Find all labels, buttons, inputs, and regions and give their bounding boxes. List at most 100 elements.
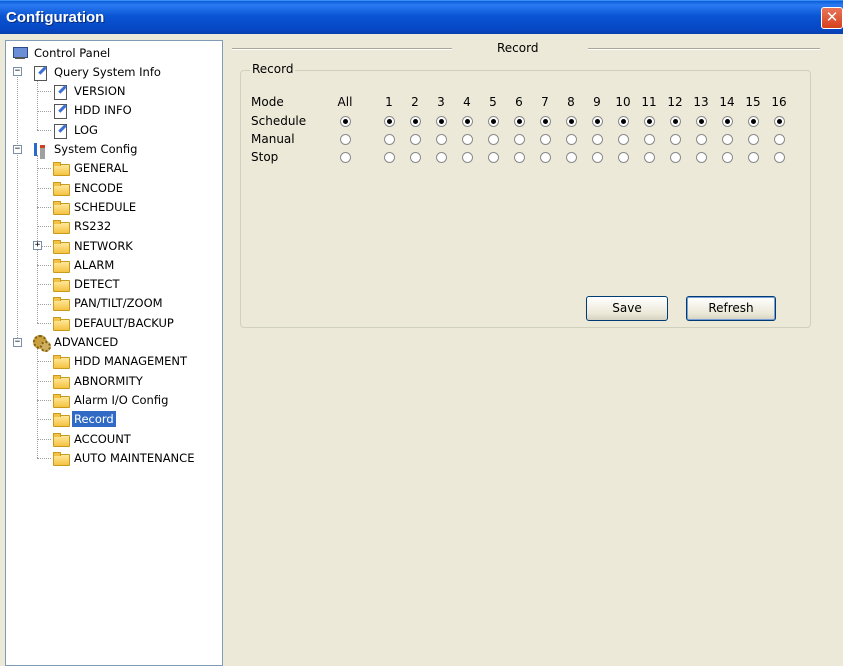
- tree-item-label: Alarm I/O Config: [74, 392, 169, 407]
- radio-manual-11[interactable]: [644, 134, 655, 145]
- radio-schedule-13[interactable]: [696, 116, 707, 127]
- radio-stop-10[interactable]: [618, 152, 629, 163]
- tree-connector: [37, 438, 51, 440]
- radio-stop-2[interactable]: [410, 152, 421, 163]
- tree-item-encode[interactable]: ENCODE: [52, 178, 125, 197]
- tree-item-advanced[interactable]: ADVANCED: [32, 333, 120, 352]
- tree-item-label: LOG: [74, 122, 98, 137]
- radio-stop-3[interactable]: [436, 152, 447, 163]
- tree-item-alarm[interactable]: ALARM: [52, 255, 116, 274]
- radio-schedule-12[interactable]: [670, 116, 681, 127]
- radio-manual-15[interactable]: [748, 134, 759, 145]
- radio-schedule-10[interactable]: [618, 116, 629, 127]
- tree-item-hdd-info[interactable]: HDD INFO: [52, 101, 134, 120]
- mode-label: Mode: [251, 95, 284, 109]
- tree-item-abnormity[interactable]: ABNORMITY: [52, 371, 145, 390]
- radio-manual-3[interactable]: [436, 134, 447, 145]
- radio-schedule-1[interactable]: [384, 116, 395, 127]
- radio-schedule-8[interactable]: [566, 116, 577, 127]
- tree-item-detect[interactable]: DETECT: [52, 275, 121, 294]
- radio-manual-9[interactable]: [592, 134, 603, 145]
- tree-item-record[interactable]: Record: [52, 410, 116, 429]
- radio-manual-2[interactable]: [410, 134, 421, 145]
- radio-stop-4[interactable]: [462, 152, 473, 163]
- radio-stop-7[interactable]: [540, 152, 551, 163]
- tree-item-system-config[interactable]: System Config: [32, 140, 139, 159]
- radio-stop-13[interactable]: [696, 152, 707, 163]
- radio-schedule-3[interactable]: [436, 116, 447, 127]
- radio-schedule-14[interactable]: [722, 116, 733, 127]
- radio-schedule-2[interactable]: [410, 116, 421, 127]
- record-legend: Record: [250, 62, 296, 76]
- tree-connector: [37, 77, 38, 130]
- tree-item-log[interactable]: LOG: [52, 120, 100, 139]
- tree-item-general[interactable]: GENERAL: [52, 159, 130, 178]
- column-header-channel-14: 14: [719, 95, 735, 109]
- radio-manual-13[interactable]: [696, 134, 707, 145]
- column-header-channel-7: 7: [541, 95, 549, 109]
- radio-stop-9[interactable]: [592, 152, 603, 163]
- radio-schedule-5[interactable]: [488, 116, 499, 127]
- radio-stop-6[interactable]: [514, 152, 525, 163]
- tree-item-auto-maintenance[interactable]: AUTO MAINTENANCE: [52, 448, 196, 467]
- radio-schedule-15[interactable]: [748, 116, 759, 127]
- tree-item-label: DEFAULT/BACKUP: [74, 315, 174, 330]
- radio-manual-14[interactable]: [722, 134, 733, 145]
- tree-item-control-panel[interactable]: Control Panel: [12, 43, 112, 62]
- radio-schedule-6[interactable]: [514, 116, 525, 127]
- tree-item-label: ENCODE: [74, 180, 124, 195]
- tree-expander-minus-icon[interactable]: −: [13, 144, 22, 154]
- doc-icon: [52, 84, 68, 101]
- folder-icon: [52, 296, 70, 312]
- radio-schedule-4[interactable]: [462, 116, 473, 127]
- close-button[interactable]: ✕: [821, 7, 843, 29]
- tree-item-rs232[interactable]: RS232: [52, 217, 113, 236]
- radio-manual-12[interactable]: [670, 134, 681, 145]
- tree-item-network[interactable]: NETWORK: [52, 236, 135, 255]
- radio-manual-7[interactable]: [540, 134, 551, 145]
- window-title: Configuration: [6, 9, 105, 26]
- radio-stop-11[interactable]: [644, 152, 655, 163]
- tree-connector: [37, 226, 51, 228]
- tree-item-hdd-management[interactable]: HDD MANAGEMENT: [52, 352, 189, 371]
- radio-schedule-9[interactable]: [592, 116, 603, 127]
- radio-stop-8[interactable]: [566, 152, 577, 163]
- radio-manual-6[interactable]: [514, 134, 525, 145]
- radio-stop-16[interactable]: [774, 152, 785, 163]
- tree-expander-plus-icon[interactable]: +: [33, 241, 42, 250]
- tree-item-schedule[interactable]: SCHEDULE: [52, 197, 138, 216]
- radio-stop-12[interactable]: [670, 152, 681, 163]
- radio-manual-5[interactable]: [488, 134, 499, 145]
- radio-manual-all[interactable]: [340, 134, 351, 145]
- folder-icon: [52, 181, 70, 196]
- radio-manual-8[interactable]: [566, 134, 577, 145]
- tree-connector: [37, 187, 51, 189]
- radio-schedule-all[interactable]: [340, 116, 351, 127]
- radio-schedule-16[interactable]: [774, 116, 785, 127]
- radio-stop-15[interactable]: [748, 152, 759, 163]
- group-separator-right: [588, 48, 820, 50]
- tree-item-alarm-i-o-config[interactable]: Alarm I/O Config: [52, 390, 170, 409]
- radio-stop-5[interactable]: [488, 152, 499, 163]
- tree-expander-minus-icon[interactable]: −: [13, 337, 22, 347]
- tree-item-pan-tilt-zoom[interactable]: PAN/TILT/ZOOM: [52, 294, 165, 313]
- tree-expander-minus-icon[interactable]: −: [13, 67, 22, 77]
- radio-stop-all[interactable]: [340, 152, 351, 163]
- radio-manual-1[interactable]: [384, 134, 395, 145]
- radio-manual-4[interactable]: [462, 134, 473, 145]
- save-button[interactable]: Save: [586, 296, 668, 321]
- navigation-tree[interactable]: Control Panel − Query System Info VERSION HD…: [5, 40, 223, 666]
- radio-schedule-7[interactable]: [540, 116, 551, 127]
- radio-stop-1[interactable]: [384, 152, 395, 163]
- column-header-channel-2: 2: [411, 95, 419, 109]
- radio-manual-16[interactable]: [774, 134, 785, 145]
- tree-item-version[interactable]: VERSION: [52, 82, 127, 101]
- radio-stop-14[interactable]: [722, 152, 733, 163]
- radio-schedule-11[interactable]: [644, 116, 655, 127]
- tree-item-account[interactable]: ACCOUNT: [52, 429, 133, 448]
- radio-manual-10[interactable]: [618, 134, 629, 145]
- refresh-button[interactable]: Refresh: [686, 296, 776, 321]
- tree-item-default-backup[interactable]: DEFAULT/BACKUP: [52, 313, 176, 332]
- tree-item-query-system-info[interactable]: Query System Info: [32, 62, 163, 81]
- column-header-channel-5: 5: [489, 95, 497, 109]
